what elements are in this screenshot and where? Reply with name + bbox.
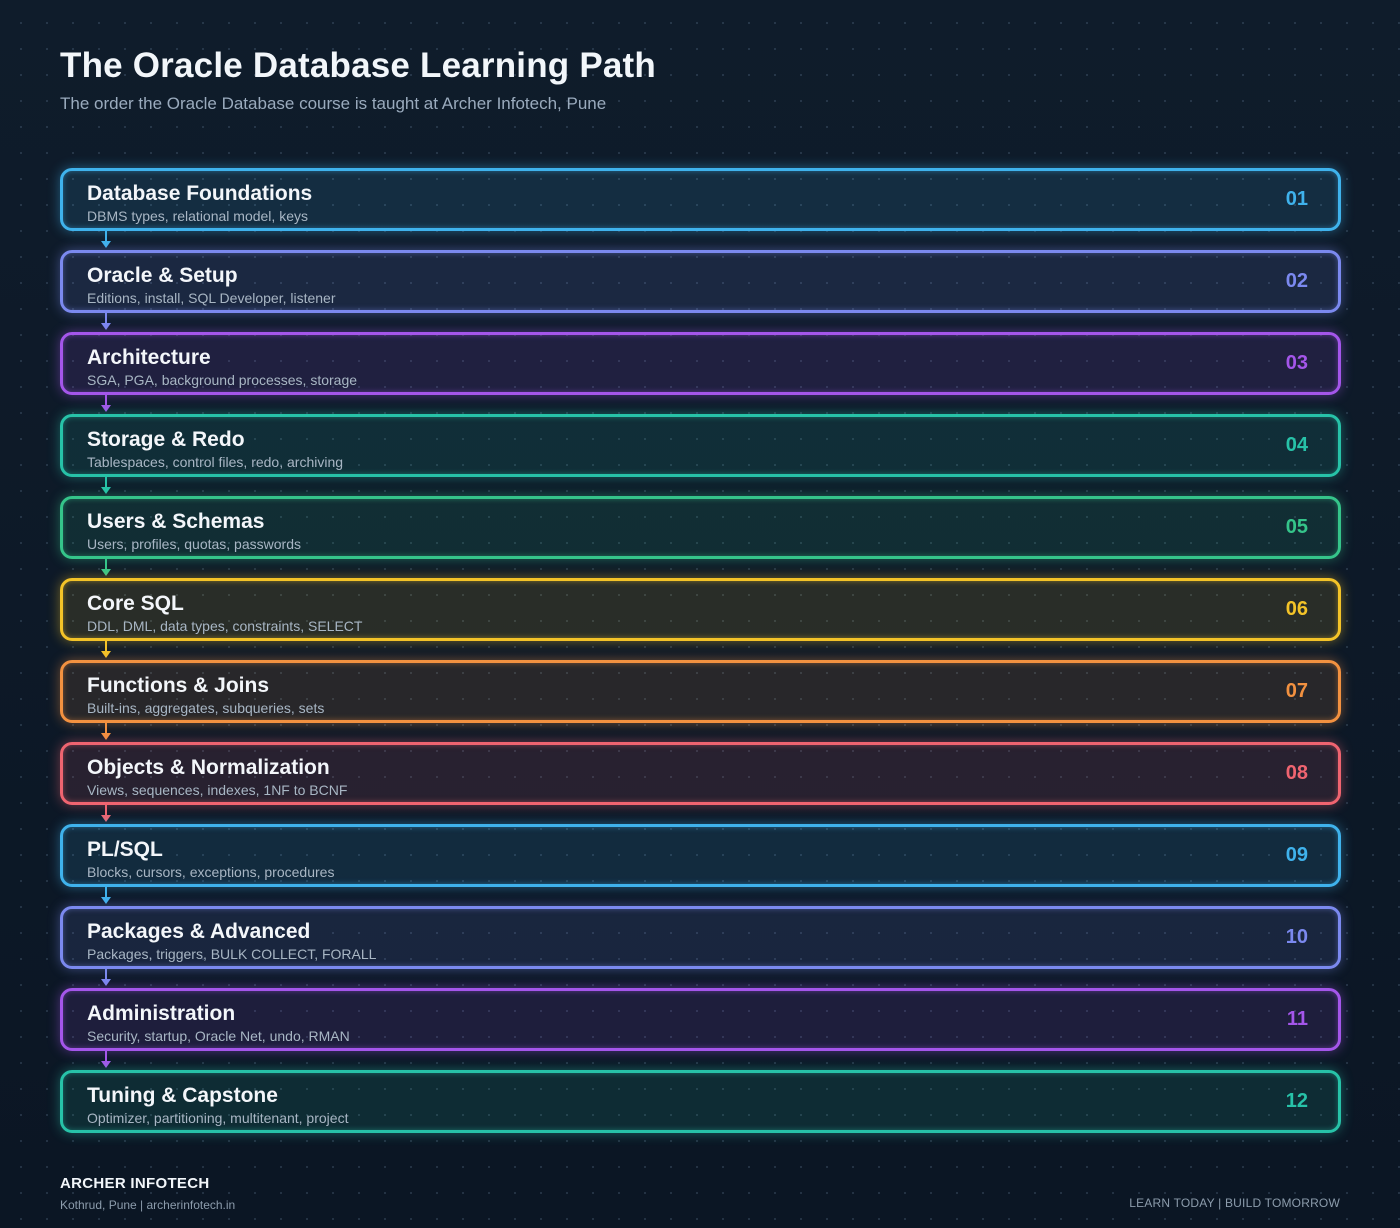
step-card-10: Packages & Advanced Packages, triggers, B…: [60, 906, 1341, 969]
step-card-04: Storage & Redo Tablespaces, control files…: [60, 414, 1341, 477]
step-connector-arrow: [101, 477, 111, 494]
step-description: Built-ins, aggregates, subqueries, sets: [87, 700, 325, 716]
step-number: 11: [1286, 1008, 1308, 1030]
step-card-01: Database Foundations DBMS types, relation…: [60, 168, 1341, 231]
step-card-03: Architecture SGA, PGA, background process…: [60, 332, 1341, 395]
step-title: Architecture: [87, 346, 211, 369]
step-title: Objects & Normalization: [87, 756, 330, 779]
step-description: Packages, triggers, BULK COLLECT, FORALL: [87, 946, 377, 962]
step-title: Database Foundations: [87, 182, 313, 205]
step-title: Oracle & Setup: [87, 264, 238, 287]
step-number: 08: [1285, 762, 1308, 784]
step-description: Views, sequences, indexes, 1NF to BCNF: [87, 782, 348, 798]
step-connector-arrow: [101, 641, 111, 658]
step-connector-arrow: [101, 887, 111, 904]
step-connector-arrow: [101, 231, 111, 248]
step-number: 05: [1285, 516, 1308, 538]
page-subtitle: The order the Oracle Database course is …: [60, 94, 607, 113]
step-connector-arrow: [101, 395, 111, 412]
step-connector-arrow: [101, 723, 111, 740]
step-card-09: PL/SQL Blocks, cursors, exceptions, proce…: [60, 824, 1341, 887]
step-description: DDL, DML, data types, constraints, SELEC…: [87, 618, 363, 634]
footer-tagline: LEARN TODAY | BUILD TOMORROW: [1129, 1196, 1340, 1210]
step-number: 09: [1285, 844, 1308, 866]
step-card-12: Tuning & Capstone Optimizer, partitioning…: [60, 1070, 1341, 1133]
step-description: Security, startup, Oracle Net, undo, RMA…: [87, 1028, 350, 1044]
step-number: 03: [1285, 352, 1308, 374]
step-number: 02: [1285, 270, 1308, 292]
step-title: Administration: [87, 1002, 236, 1025]
step-description: DBMS types, relational model, keys: [87, 208, 308, 224]
step-number: 07: [1285, 680, 1308, 702]
step-connector-arrow: [101, 313, 111, 330]
step-title: Functions & Joins: [87, 674, 270, 697]
step-title: Core SQL: [87, 592, 184, 615]
step-title: PL/SQL: [87, 838, 163, 861]
step-card-07: Functions & Joins Built-ins, aggregates, …: [60, 660, 1341, 723]
step-number: 12: [1285, 1090, 1308, 1112]
step-title: Packages & Advanced: [87, 920, 311, 943]
step-connector-arrow: [101, 1051, 111, 1068]
step-card-06: Core SQL DDL, DML, data types, constraint…: [60, 578, 1341, 641]
page-title: The Oracle Database Learning Path: [60, 46, 656, 85]
footer-contact: Kothrud, Pune | archerinfotech.in: [60, 1198, 236, 1212]
header: The Oracle Database Learning Path The or…: [60, 46, 656, 114]
footer-brand: ARCHER INFOTECH: [60, 1175, 210, 1192]
step-description: Tablespaces, control files, redo, archiv…: [87, 454, 344, 470]
step-card-08: Objects & Normalization Views, sequences,…: [60, 742, 1341, 805]
step-number: 04: [1285, 434, 1308, 456]
step-card-11: Administration Security, startup, Oracle …: [60, 988, 1341, 1051]
step-card-05: Users & Schemas Users, profiles, quotas, …: [60, 496, 1341, 559]
step-description: Blocks, cursors, exceptions, procedures: [87, 864, 335, 880]
step-connector-arrow: [101, 559, 111, 576]
step-card-02: Oracle & Setup Editions, install, SQL Dev…: [60, 250, 1341, 313]
step-connector-arrow: [101, 969, 111, 986]
step-description: Users, profiles, quotas, passwords: [87, 536, 301, 552]
step-title: Tuning & Capstone: [87, 1084, 278, 1107]
step-title: Users & Schemas: [87, 510, 265, 533]
footer-brand-block: ARCHER INFOTECH Kothrud, Pune | archerin…: [60, 1175, 235, 1212]
step-description: Editions, install, SQL Developer, listen…: [87, 290, 336, 306]
step-number: 01: [1285, 188, 1308, 210]
step-number: 06: [1285, 598, 1308, 620]
step-number: 10: [1285, 926, 1308, 948]
step-connector-arrow: [101, 805, 111, 822]
step-description: Optimizer, partitioning, multitenant, pr…: [87, 1110, 349, 1126]
step-description: SGA, PGA, background processes, storage: [87, 372, 358, 388]
step-title: Storage & Redo: [87, 428, 245, 451]
